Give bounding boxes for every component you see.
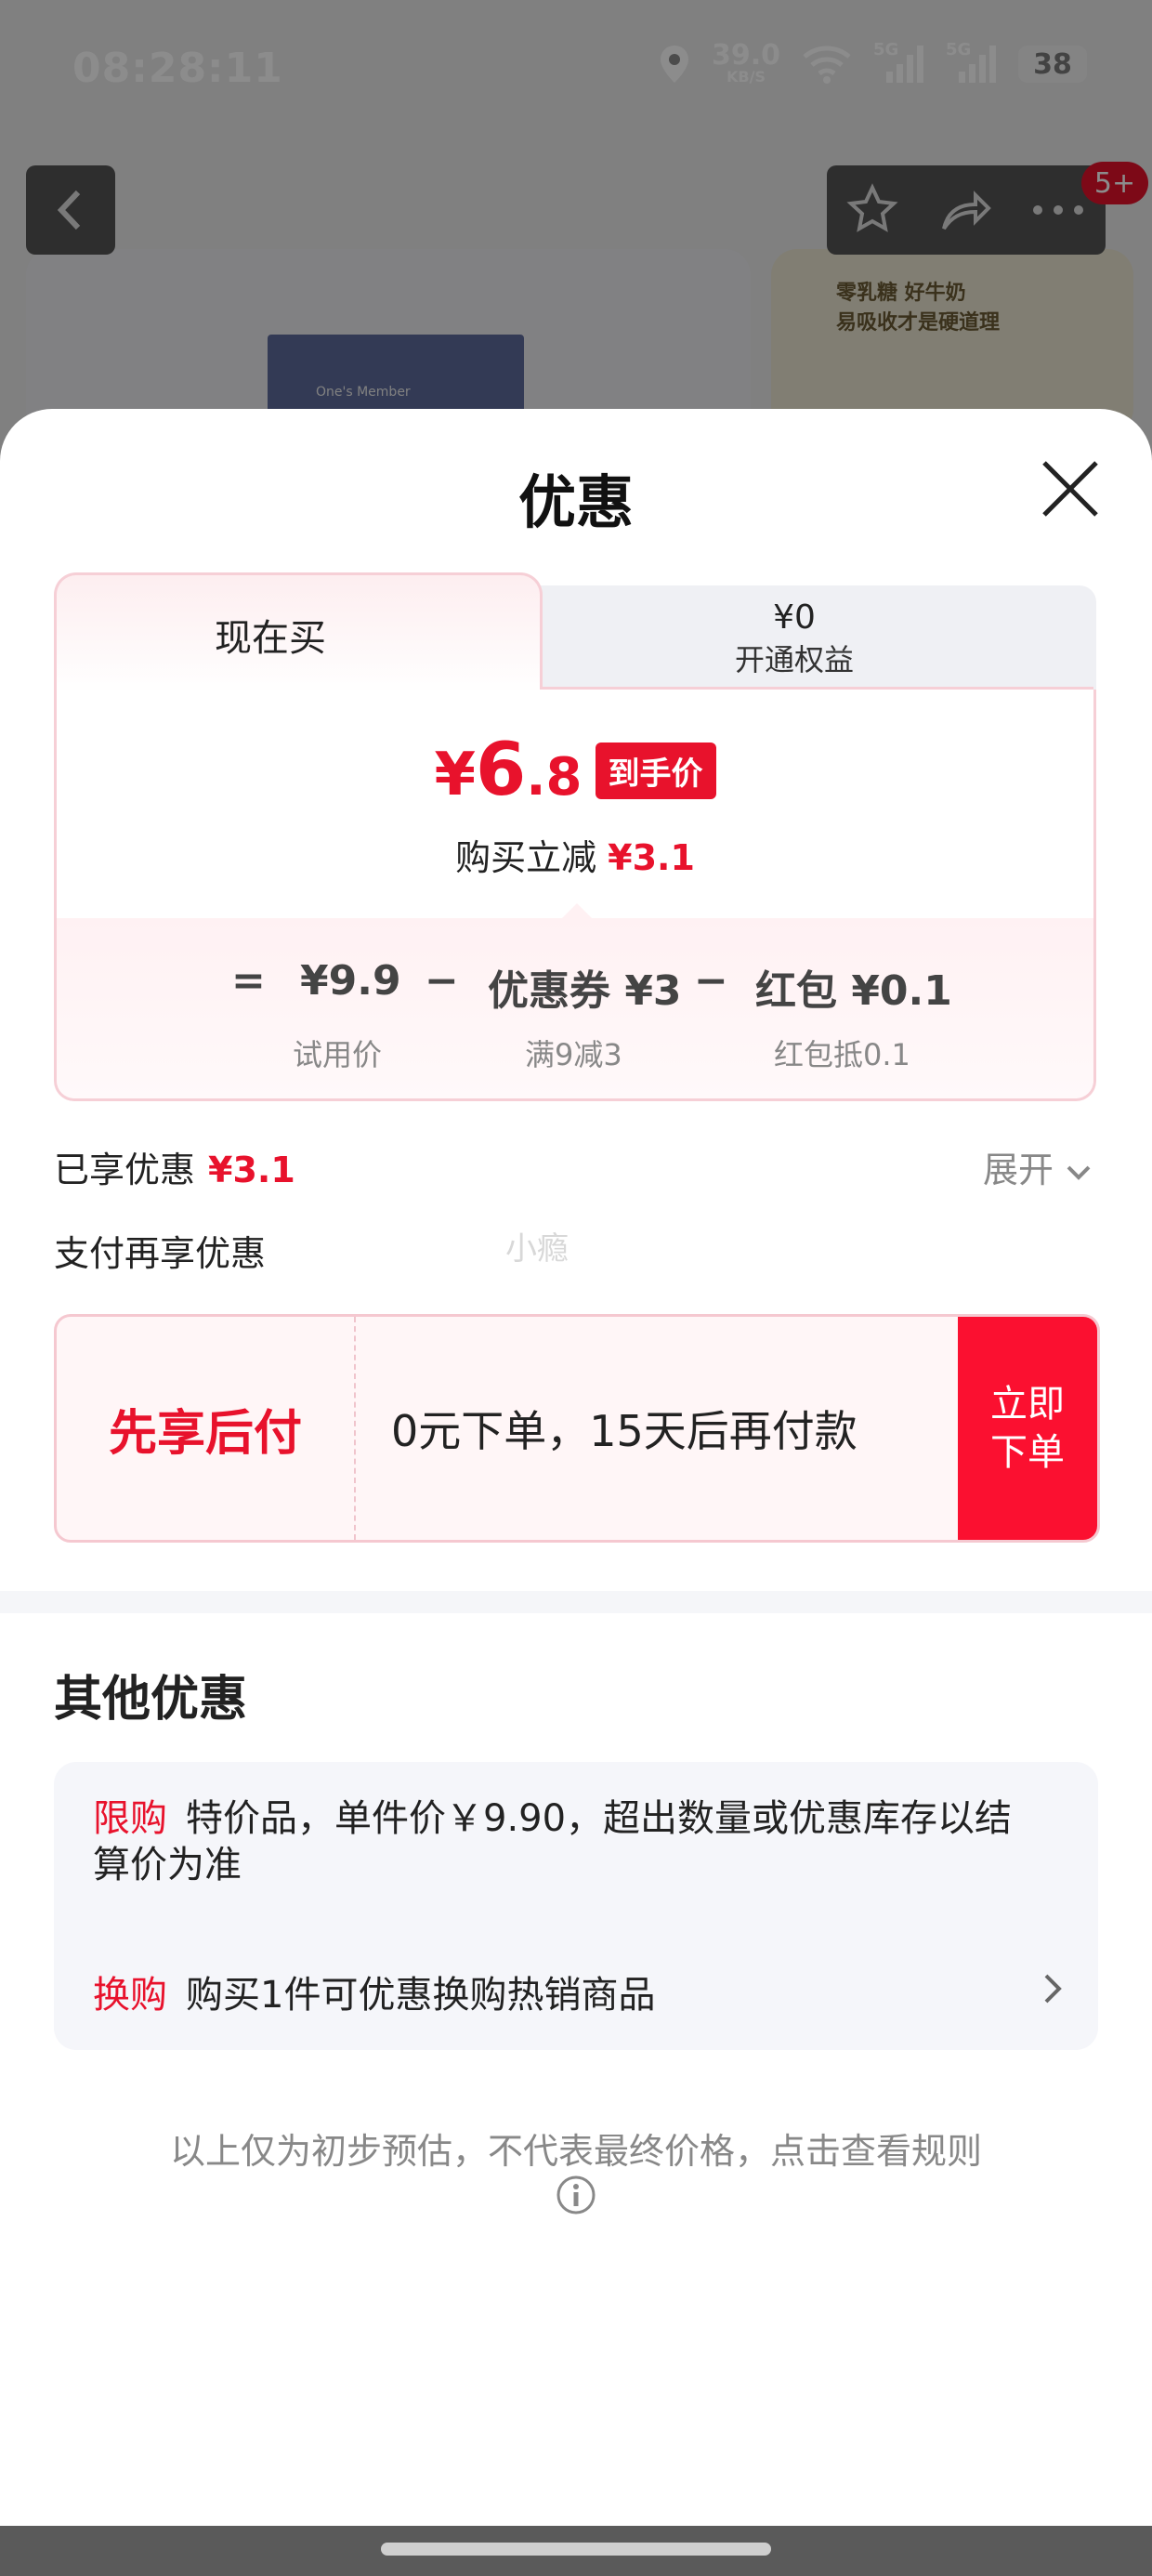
- order-now-button[interactable]: 立即 下单: [958, 1317, 1097, 1540]
- instant-saving-label: 购买立减: [455, 837, 597, 878]
- pay-later-option[interactable]: 先享后付 0元下单，15天后再付款 立即下单: [54, 1314, 1100, 1543]
- price-breakdown: = ¥9.9 − 优惠券 ¥3 − 红包 ¥0.1 试用价 满9减3 红包抵0.…: [57, 903, 1093, 1098]
- order-now-line2: 下单: [990, 1431, 1065, 1474]
- list-item-exchange[interactable]: 换购 购买1件可优惠换购热销商品: [93, 1965, 655, 2018]
- exchange-tag: 换购: [93, 1974, 167, 2017]
- tab-buy-now[interactable]: 现在买: [54, 572, 543, 694]
- tab-buy-now-label: 现在买: [215, 617, 326, 660]
- sheet-title: 优惠: [517, 468, 634, 536]
- redpacket-label: 红包抵0.1: [774, 1037, 910, 1072]
- enjoyed-label: 已享优惠: [54, 1150, 196, 1190]
- trial-price: ¥9.9: [300, 957, 401, 1005]
- instant-saving-amount: ¥3.1: [608, 837, 695, 878]
- order-now-line1: 立即: [990, 1383, 1065, 1426]
- watermark: 小瘾: [505, 1230, 569, 1268]
- price-card-body: ¥6.8 到手价 购买立减 ¥3.1 = ¥9.9 − 优惠券 ¥3 − 红包 …: [54, 687, 1096, 1101]
- redpacket-amount: 红包 ¥0.1: [755, 967, 952, 1015]
- expand-button[interactable]: 展开: [983, 1141, 1093, 1192]
- chevron-down-icon: [1067, 1165, 1091, 1180]
- coupon-amount: 优惠券 ¥3: [488, 967, 682, 1015]
- member-label: 开通权益: [734, 642, 854, 677]
- info-icon[interactable]: [556, 2175, 596, 2215]
- final-price-line: ¥6.8 到手价: [57, 729, 1093, 812]
- final-price: ¥6.8: [434, 729, 582, 812]
- final-price-yen: ¥: [434, 741, 476, 809]
- discount-sheet: 优惠 ¥0 开通权益 现在买 ¥6.8 到手价 购买立减 ¥3.1 = ¥9.9…: [0, 409, 1152, 2528]
- enjoyed-discount: 已享优惠 ¥3.1: [54, 1141, 295, 1192]
- member-price: ¥0: [773, 598, 816, 637]
- list-item-limit: 限购 特价品，单件价￥9.90，超出数量或优惠库存以结算价为准: [93, 1795, 1022, 1888]
- minus-sign: −: [425, 957, 459, 1005]
- trial-label: 试用价: [293, 1037, 383, 1072]
- tab-member[interactable]: ¥0 开通权益: [492, 585, 1096, 695]
- pay-later-desc: 0元下单，15天后再付款: [391, 1406, 857, 1456]
- coupon-label: 满9减3: [525, 1037, 622, 1072]
- close-icon[interactable]: [1039, 457, 1102, 520]
- minus-sign: −: [694, 957, 728, 1005]
- chevron-right-icon[interactable]: [1039, 1972, 1067, 2005]
- rules-footnote[interactable]: 以上仅为初步预估，不代表最终价格，点击查看规则: [0, 2123, 1152, 2174]
- final-price-tag: 到手价: [595, 742, 716, 799]
- equals-sign: =: [231, 957, 266, 1005]
- limit-tag: 限购: [93, 1797, 167, 1840]
- final-price-decimal: .8: [526, 747, 583, 808]
- limit-text: 特价品，单件价￥9.90，超出数量或优惠库存以结算价为准: [93, 1797, 1013, 1886]
- section-divider: [0, 1591, 1152, 1613]
- enjoyed-amount: ¥3.1: [208, 1150, 295, 1190]
- final-price-integer: 6: [476, 729, 527, 812]
- home-handle[interactable]: [381, 2543, 771, 2556]
- pay-more-label: 支付再享优惠: [54, 1233, 267, 1274]
- pay-later-title: 先享后付: [57, 1317, 356, 1540]
- instant-saving: 购买立减 ¥3.1: [57, 829, 1093, 880]
- other-discounts-title: 其他优惠: [54, 1672, 248, 1728]
- exchange-text: 购买1件可优惠换购热销商品: [186, 1974, 656, 2017]
- expand-label: 展开: [983, 1150, 1054, 1190]
- price-card: ¥0 开通权益 现在买 ¥6.8 到手价 购买立减 ¥3.1 = ¥9.9 − …: [54, 572, 1096, 1104]
- other-discounts-list: 限购 特价品，单件价￥9.90，超出数量或优惠库存以结算价为准 换购 购买1件可优惠…: [54, 1762, 1098, 2050]
